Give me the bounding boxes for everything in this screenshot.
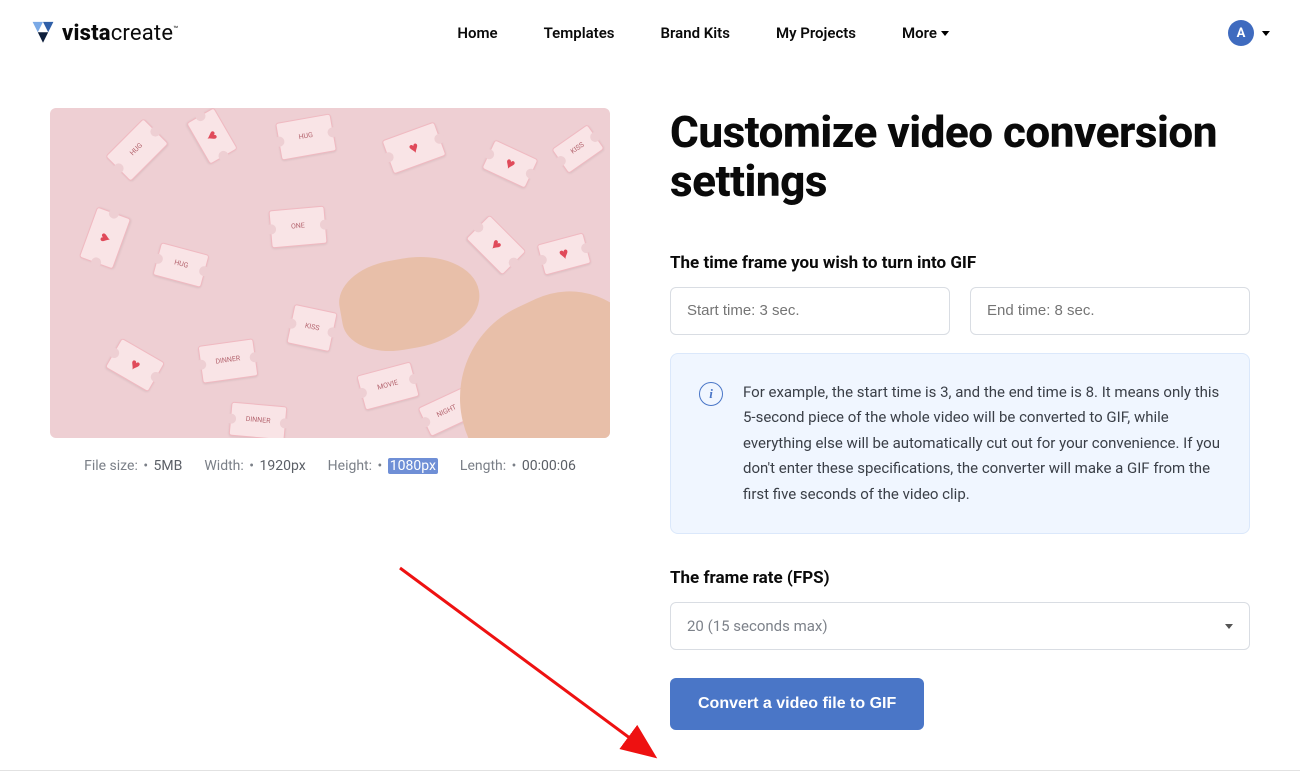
video-preview-column: HUG ♥ HUG ♥ ♥ KISS ♥ HUG ONE ♥ ♥ DINNER … bbox=[50, 108, 610, 730]
brand-logo[interactable]: vistacreate™ bbox=[30, 18, 178, 48]
main-content: HUG ♥ HUG ♥ ♥ KISS ♥ HUG ONE ♥ ♥ DINNER … bbox=[0, 58, 1300, 771]
convert-button[interactable]: Convert a video file to GIF bbox=[670, 678, 924, 730]
end-time-input[interactable] bbox=[970, 287, 1250, 335]
start-time-input[interactable] bbox=[670, 287, 950, 335]
main-nav: Home Templates Brand Kits My Projects Mo… bbox=[178, 24, 1228, 42]
settings-column: Customize video conversion settings The … bbox=[670, 108, 1250, 730]
nav-brand-kits[interactable]: Brand Kits bbox=[661, 24, 730, 42]
chevron-down-icon bbox=[1225, 624, 1233, 629]
fps-label: The frame rate (FPS) bbox=[670, 568, 1250, 588]
brand-name: vistacreate™ bbox=[62, 21, 178, 46]
height: Height: • 1080px bbox=[328, 458, 438, 474]
fps-select[interactable]: 20 (15 seconds max) bbox=[670, 602, 1250, 650]
page-title: Customize video conversion settings bbox=[670, 108, 1250, 207]
header: vistacreate™ Home Templates Brand Kits M… bbox=[0, 0, 1300, 58]
width: Width: • 1920px bbox=[204, 458, 305, 474]
timeframe-label: The time frame you wish to turn into GIF bbox=[670, 253, 1250, 273]
chevron-down-icon bbox=[1262, 31, 1270, 36]
info-box: i For example, the start time is 3, and … bbox=[670, 353, 1250, 535]
length: Length: • 00:00:06 bbox=[460, 458, 576, 474]
video-preview[interactable]: HUG ♥ HUG ♥ ♥ KISS ♥ HUG ONE ♥ ♥ DINNER … bbox=[50, 108, 610, 438]
nav-my-projects[interactable]: My Projects bbox=[776, 24, 856, 42]
filesize: File size: • 5MB bbox=[84, 458, 182, 474]
info-text: For example, the start time is 3, and th… bbox=[743, 380, 1221, 508]
fps-selected-value: 20 (15 seconds max) bbox=[687, 617, 828, 635]
logo-icon bbox=[30, 18, 56, 48]
avatar: A bbox=[1228, 20, 1254, 46]
chevron-down-icon bbox=[941, 31, 949, 36]
video-metadata: File size: • 5MB Width: • 1920px Height:… bbox=[50, 438, 610, 474]
info-icon: i bbox=[699, 382, 723, 406]
nav-more-label: More bbox=[902, 24, 937, 42]
timeframe-row bbox=[670, 287, 1250, 335]
nav-more[interactable]: More bbox=[902, 24, 949, 42]
nav-home[interactable]: Home bbox=[457, 24, 497, 42]
account-menu[interactable]: A bbox=[1228, 20, 1270, 46]
nav-templates[interactable]: Templates bbox=[544, 24, 615, 42]
